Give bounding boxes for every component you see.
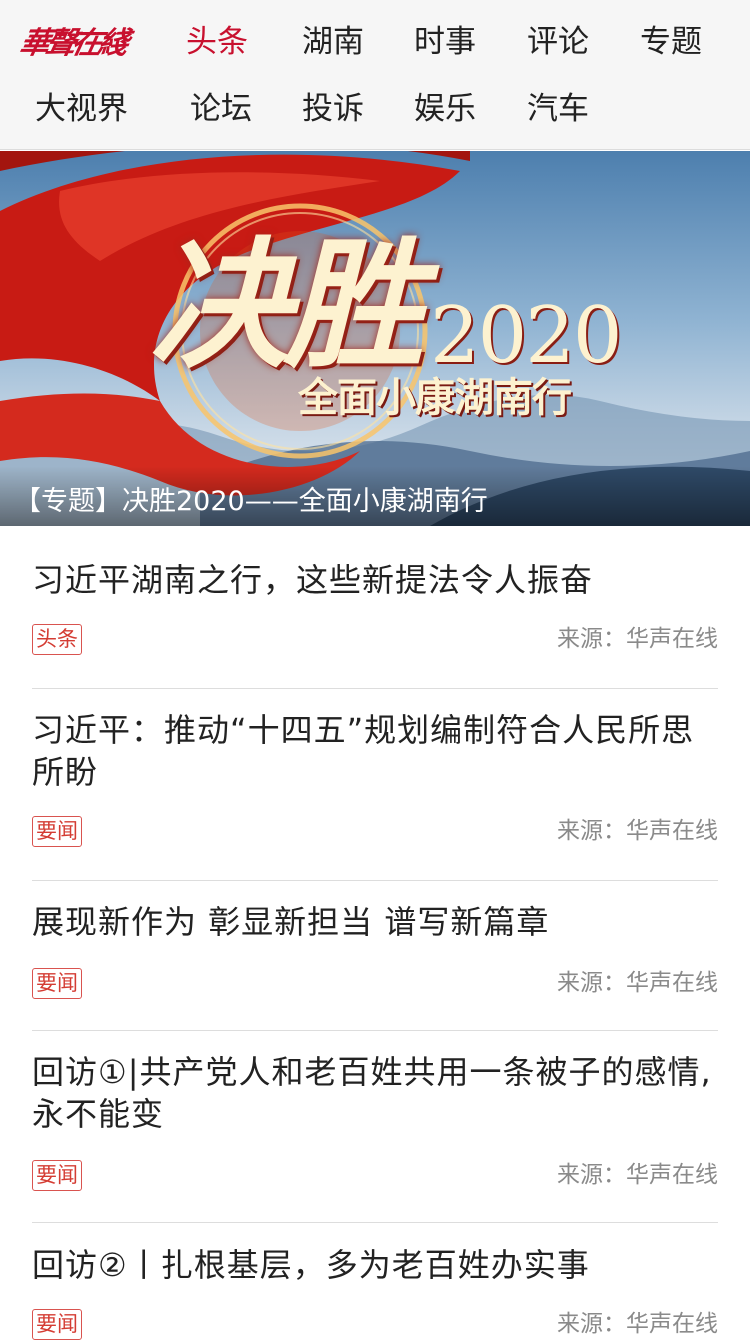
category-badge: 要闻 (32, 968, 82, 999)
site-logo[interactable]: 華聲在綫 (14, 14, 153, 74)
news-title[interactable]: 回访②丨扎根基层，多为老百姓办实事 (32, 1244, 718, 1286)
news-item[interactable]: 展现新作为 彰显新担当 谱写新篇章 要闻 来源：华声在线 (32, 901, 718, 1011)
nav-tab-hunan[interactable]: 湖南 (302, 22, 364, 62)
news-meta: 要闻 来源：华声在线 (32, 1160, 718, 1192)
nav-tab-complaints[interactable]: 投诉 (302, 89, 364, 129)
category-badge: 头条 (32, 624, 82, 655)
news-title[interactable]: 习近平湖南之行，这些新提法令人振奋 (32, 559, 718, 601)
news-item[interactable]: 习近平：推动“十四五”规划编制符合人民所思所盼 要闻 来源：华声在线 (32, 709, 718, 859)
news-item[interactable]: 回访①|共产党人和老百姓共用一条被子的感情,永不能变 要闻 来源：华声在线 (32, 1051, 718, 1201)
news-title[interactable]: 回访①|共产党人和老百姓共用一条被子的感情,永不能变 (32, 1051, 718, 1135)
news-title[interactable]: 展现新作为 彰显新担当 谱写新篇章 (32, 901, 718, 943)
news-source: 来源：华声在线 (557, 1162, 718, 1188)
list-divider (32, 880, 718, 881)
nav-tab-headlines[interactable]: 头条 (186, 22, 248, 62)
list-divider (32, 688, 718, 689)
news-meta: 要闻 来源：华声在线 (32, 968, 718, 1000)
category-badge: 要闻 (32, 816, 82, 847)
category-badge: 要闻 (32, 1160, 82, 1191)
list-divider (32, 1030, 718, 1031)
news-source: 来源：华声在线 (557, 970, 718, 996)
news-meta: 头条 来源：华声在线 (32, 624, 718, 656)
news-title[interactable]: 习近平：推动“十四五”规划编制符合人民所思所盼 (32, 709, 718, 793)
category-badge: 要闻 (32, 1309, 82, 1340)
nav-tab-commentary[interactable]: 评论 (527, 22, 589, 62)
nav-tab-entertainment[interactable]: 娱乐 (414, 89, 476, 129)
news-meta: 要闻 来源：华声在线 (32, 1309, 718, 1341)
nav-tab-forum[interactable]: 论坛 (190, 89, 252, 129)
banner-art-subtitle: 全面小康湖南行 (298, 374, 572, 421)
nav-tab-current-affairs[interactable]: 时事 (414, 22, 476, 62)
list-divider (32, 1222, 718, 1223)
nav-tab-big-vision[interactable]: 大视界 (35, 89, 128, 129)
news-item[interactable]: 回访②丨扎根基层，多为老百姓办实事 要闻 来源：华声在线 (32, 1244, 718, 1340)
news-source: 来源：华声在线 (557, 818, 718, 844)
nav-tab-topics[interactable]: 专题 (640, 22, 702, 62)
news-meta: 要闻 来源：华声在线 (32, 816, 718, 848)
nav-tab-auto[interactable]: 汽车 (527, 89, 589, 129)
banner-art-year: 2020 (430, 291, 623, 381)
news-source: 来源：华声在线 (557, 626, 718, 652)
news-item[interactable]: 习近平湖南之行，这些新提法令人振奋 头条 来源：华声在线 (32, 559, 718, 669)
featured-banner[interactable]: 决胜 2020 全面小康湖南行 【专题】决胜2020——全面小康湖南行 (0, 151, 750, 526)
news-source: 来源：华声在线 (557, 1311, 718, 1337)
banner-art-title: 决胜 (150, 224, 424, 388)
top-nav-header: 華聲在綫 头条 湖南 时事 评论 专题 大视界 论坛 投诉 娱乐 汽车 (0, 0, 750, 150)
banner-caption[interactable]: 【专题】决胜2020——全面小康湖南行 (14, 484, 488, 520)
